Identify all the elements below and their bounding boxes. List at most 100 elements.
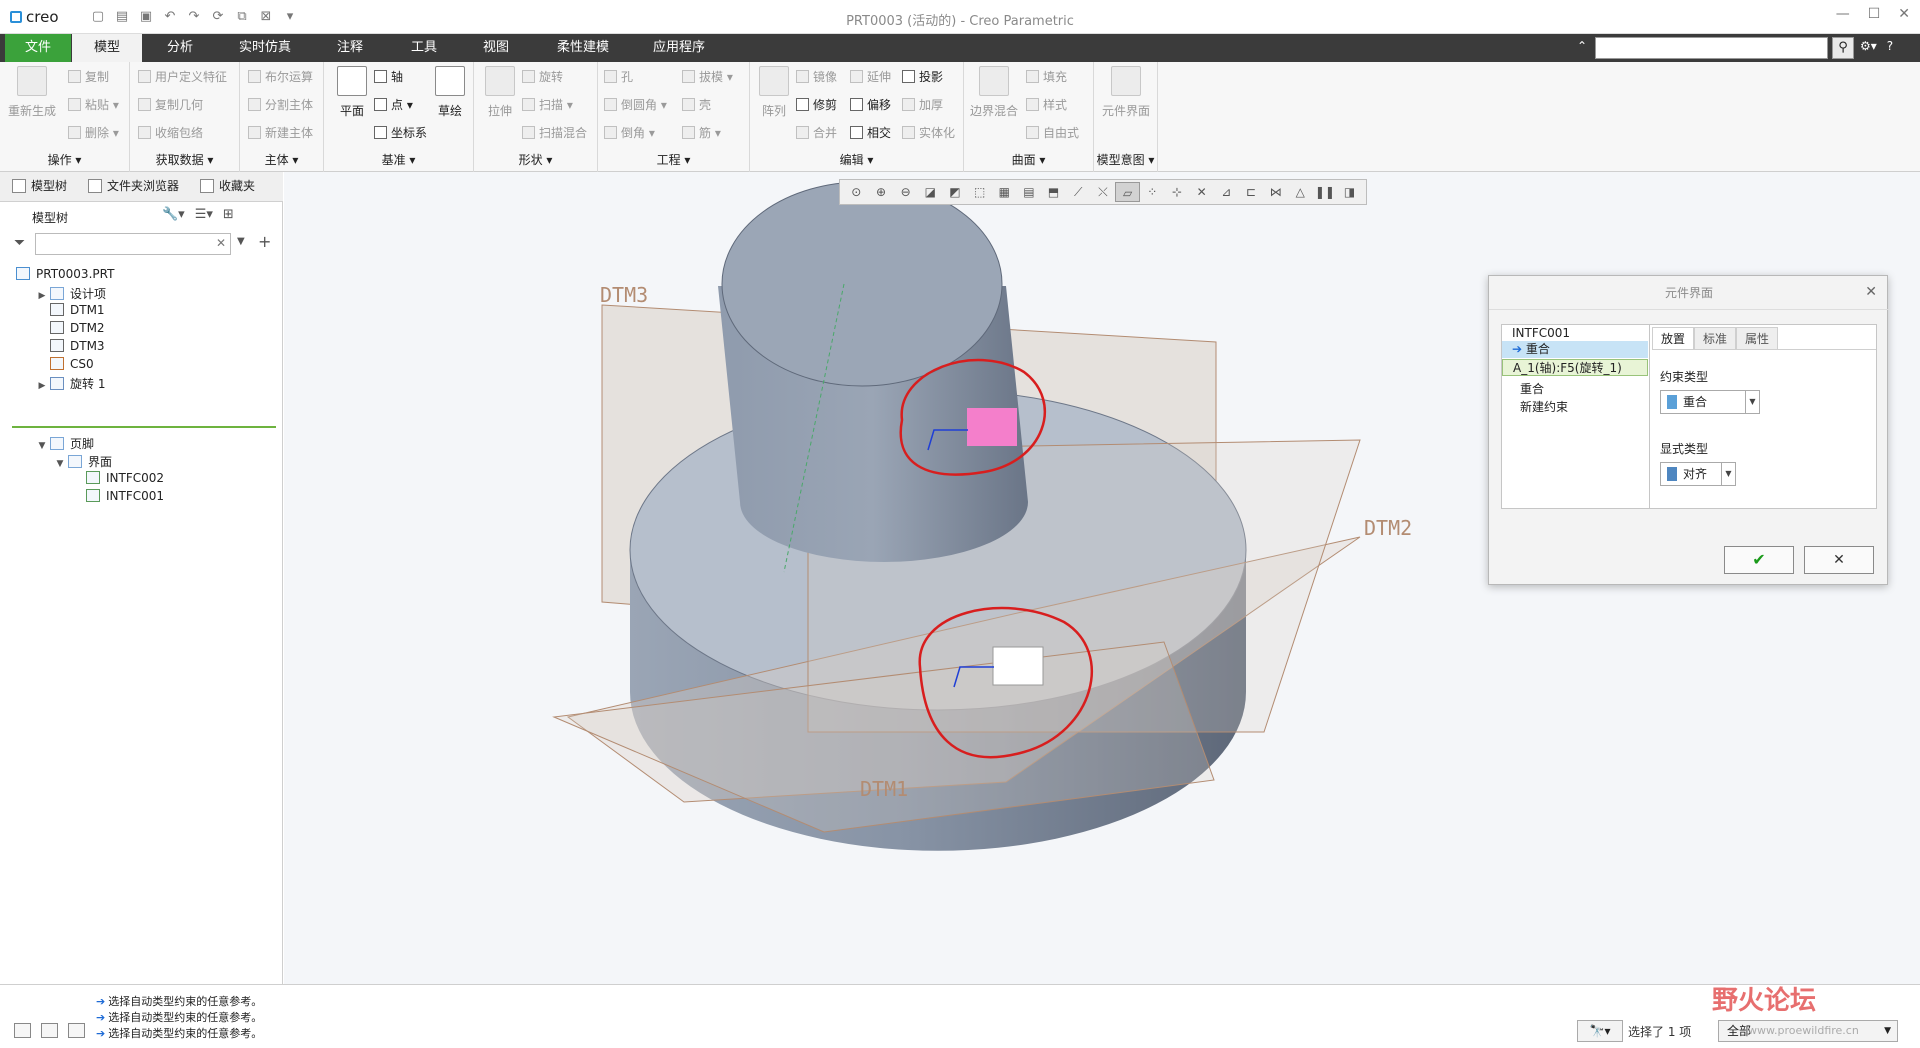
ok-button[interactable]: ✔ [1724,546,1794,574]
copy-button[interactable]: 复制 [68,68,109,85]
expand-toggle-icon[interactable]: ▶ [36,291,48,301]
tab-model[interactable]: 模型 [72,34,142,62]
label-dtm2[interactable]: DTM2 [1364,516,1412,540]
intersect-button[interactable]: 相交 [850,124,891,141]
coordinate-system-button[interactable]: 坐标系 [374,124,427,141]
expand-toggle-icon[interactable]: ▼ [54,459,66,469]
constraint-item[interactable]: 重合 [1502,381,1648,398]
find-button[interactable]: 🔭▾ [1577,1020,1623,1042]
tab-properties[interactable]: 属性 [1736,327,1779,349]
datum-point-button[interactable]: 点 ▾ [374,96,413,113]
footer-tree-item[interactable]: ▼ 界面 [54,453,112,471]
tab-applications[interactable]: 应用程序 [642,34,716,62]
delete-button[interactable]: 删除 ▾ [68,124,119,141]
model-tree-item[interactable]: ▶ 设计项 [36,285,106,303]
point-display-icon[interactable]: ⁘ [1140,182,1165,202]
minimize-icon[interactable]: — [1836,6,1850,22]
annotation-display-icon[interactable]: ⊿ [1214,182,1239,202]
tab-placement[interactable]: 放置 [1652,327,1695,349]
display-style-icon[interactable]: ◩ [943,182,968,202]
filter-icon[interactable]: ⏷ [14,235,25,251]
thicken-button[interactable]: 加厚 [902,96,943,113]
spin-center-icon[interactable]: ✕ [1189,182,1214,202]
group-title-editing[interactable]: 编辑 ▾ [750,151,963,168]
draft-button[interactable]: 拔模 ▾ [682,68,733,85]
fill-button[interactable]: 填充 [1026,68,1067,85]
collapse-ribbon-icon[interactable]: ⌃ [1577,39,1587,53]
udf-button[interactable]: 用户定义特征 [138,68,227,85]
constraint-type-select[interactable]: 重合 ▼ [1660,390,1760,414]
group-title-shapes[interactable]: 形状 ▾ [474,151,597,168]
pattern-button[interactable]: 阵列 [750,66,798,119]
view-manager-icon[interactable]: ▦ [992,182,1017,202]
tab-annotate[interactable]: 注释 [322,34,378,62]
expand-toggle-icon[interactable]: ▶ [36,381,48,391]
offset-button[interactable]: 偏移 [850,96,891,113]
tags-icon[interactable]: ⊏ [1239,182,1264,202]
csys-display-icon[interactable]: ⊹ [1165,182,1190,202]
new-constraint-item[interactable]: 新建约束 [1502,399,1648,416]
pause-icon[interactable]: ❚❚ [1313,182,1338,202]
interface-marker-white[interactable] [992,646,1044,686]
group-title-datum[interactable]: 基准 ▾ [324,151,473,168]
tab-model-tree[interactable]: 模型树 [12,177,67,194]
component-interface-button[interactable]: 元件界面 [1098,66,1154,119]
mirror-button[interactable]: 镜像 [796,68,837,85]
section-icon[interactable]: ⬒ [1041,182,1066,202]
sketch-button[interactable]: 草绘 [426,66,474,119]
tab-folder-browser[interactable]: 文件夹浏览器 [88,177,179,194]
add-icon[interactable]: + [258,232,271,251]
round-button[interactable]: 倒圆角 ▾ [604,96,667,113]
tree-search-input[interactable] [35,233,231,255]
saved-orientations-icon[interactable]: ⬚ [967,182,992,202]
regenerate-button[interactable]: 重新生成 [8,66,56,119]
shrinkwrap-button[interactable]: 收缩包络 [138,124,203,141]
interface-marker-pink[interactable] [967,408,1017,446]
model-tree-item[interactable]: DTM3 [36,339,105,357]
filter-dropdown-icon[interactable]: ▼ [237,236,245,247]
zoom-out-icon[interactable]: ⊖ [893,182,918,202]
stop-icon[interactable]: ◨ [1337,182,1362,202]
boss-cylinder-top[interactable] [721,181,1003,387]
zoom-in-icon[interactable]: ⊕ [869,182,894,202]
hole-button[interactable]: 孔 [604,68,633,85]
boundary-blend-button[interactable]: 边界混合 [966,66,1022,119]
group-title-operations[interactable]: 操作 ▾ [0,151,129,168]
datum-display-icon[interactable]: ⟋ [1066,182,1091,202]
axis-display-icon[interactable]: ⤬ [1091,182,1116,202]
revolve-button[interactable]: 旋转 [522,68,563,85]
footer-tree-item[interactable]: ▼ 页脚 [36,435,94,453]
constraint-item-selected[interactable]: ➔ 重合 [1502,341,1648,358]
repaint-icon[interactable]: ◪ [918,182,943,202]
model-tree-item[interactable]: ▶ 旋转 1 [36,375,105,393]
boolean-button[interactable]: 布尔运算 [248,68,313,85]
full-screen-icon[interactable] [68,1023,85,1038]
perspective-icon[interactable]: ▤ [1017,182,1042,202]
freestyle-button[interactable]: 自由式 [1026,124,1079,141]
copy-geometry-button[interactable]: 复制几何 [138,96,203,113]
selection-count[interactable]: 选择了 1 项 [1628,1023,1691,1040]
model-tree-item[interactable]: PRT0003.PRT [2,267,114,285]
rib-button[interactable]: 筋 ▾ [682,124,721,141]
help-icon[interactable]: ? [1887,39,1893,53]
model-tree-item[interactable]: CS0 [36,357,94,375]
help-options-icon[interactable]: ⚙▾ [1860,39,1877,53]
new-body-button[interactable]: 新建主体 [248,124,313,141]
group-title-get-data[interactable]: 获取数据 ▾ [130,151,239,168]
model-tree-item[interactable]: DTM2 [36,321,105,339]
expand-toggle-icon[interactable]: ▼ [36,441,48,451]
chamfer-button[interactable]: 倒角 ▾ [604,124,655,141]
close-icon[interactable]: ✕ [1898,6,1910,22]
project-button[interactable]: 投影 [902,68,943,85]
tab-tools[interactable]: 工具 [396,34,452,62]
tab-live-simulation[interactable]: 实时仿真 [230,34,300,62]
tab-favorites[interactable]: 收藏夹 [200,177,255,194]
paste-button[interactable]: 粘贴 ▾ [68,96,119,113]
clear-icon[interactable]: ✕ [216,236,226,250]
trim-button[interactable]: 修剪 [796,96,837,113]
extend-button[interactable]: 延伸 [850,68,891,85]
footer-tree-item[interactable]: INTFC002 [72,471,164,489]
tab-criteria[interactable]: 标准 [1694,327,1737,349]
sweep-button[interactable]: 扫描 ▾ [522,96,573,113]
group-title-engineering[interactable]: 工程 ▾ [598,151,749,168]
